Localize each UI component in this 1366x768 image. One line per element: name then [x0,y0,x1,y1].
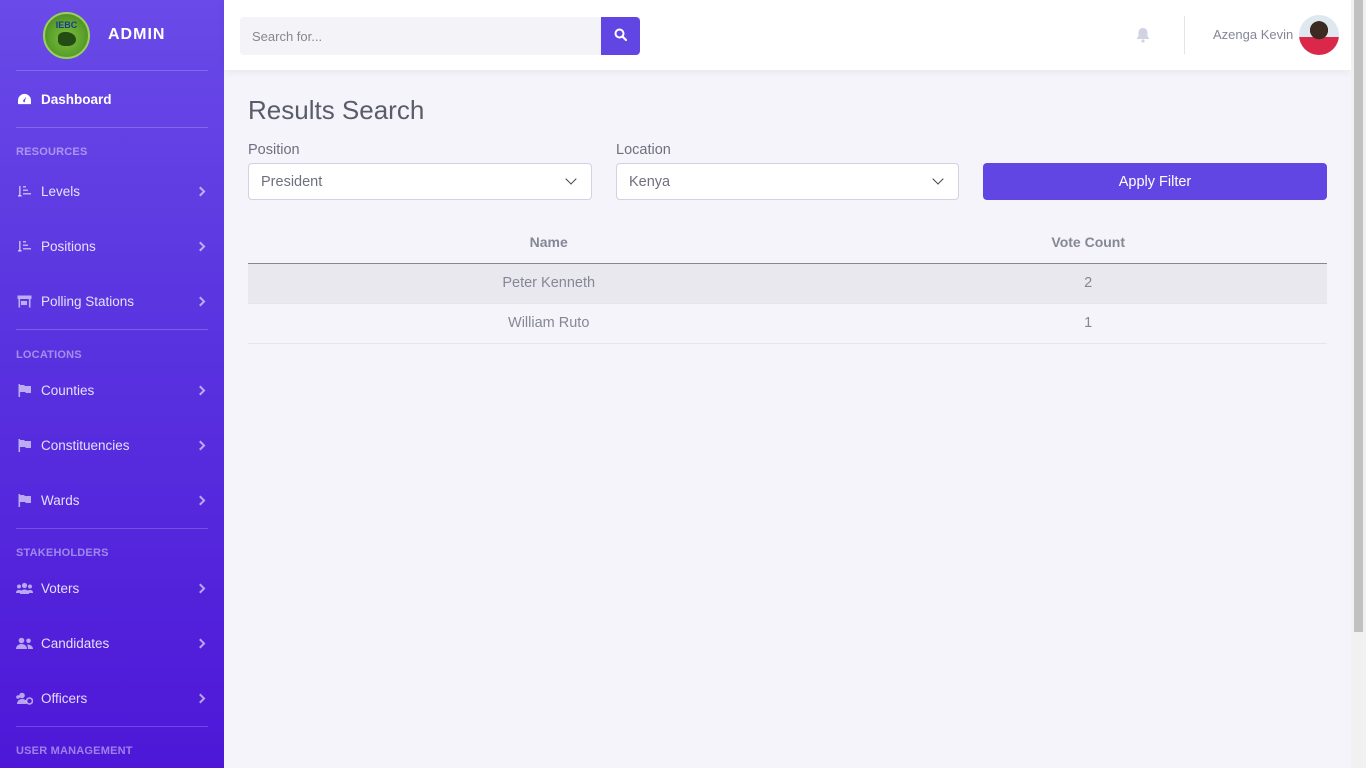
cell-name: Peter Kenneth [248,263,850,304]
chevron-right-icon [195,385,206,396]
sidebar-divider [16,329,208,330]
table-row[interactable]: William Ruto 1 [248,303,1327,344]
topbar: Azenga Kevin [224,0,1351,70]
sidebar-item-label: Positions [41,239,96,254]
sidebar-item-label: Counties [41,383,95,398]
search-input[interactable] [240,17,601,55]
sidebar-item-wards[interactable]: Wards [0,473,224,528]
cell-vote-count: 1 [849,303,1327,344]
position-label: Position [248,142,300,158]
user-friends-icon [16,637,33,651]
cell-name: William Ruto [248,303,850,344]
main-content: Results Search Position President Locati… [248,70,1327,344]
chevron-right-icon [195,241,206,252]
sidebar-heading-locations: LOCATIONS [16,349,82,361]
users-icon [16,582,33,596]
users-cog-icon [16,692,33,706]
chevron-down-icon [932,173,944,185]
sidebar-item-dashboard[interactable]: Dashboard [0,71,224,127]
logo-map-shape [57,32,76,46]
sidebar-item-counties[interactable]: Counties [0,363,224,418]
sidebar-item-label: Levels [41,184,81,199]
chevron-right-icon [195,495,206,506]
topbar-divider [1184,16,1185,54]
store-icon [16,295,33,309]
sidebar-item-officers[interactable]: Officers [0,671,224,726]
chevron-right-icon [195,296,206,307]
sidebar-heading-stakeholders: STAKEHOLDERS [16,547,109,559]
sidebar-item-label: Voters [41,581,80,596]
iebc-logo: IEBC [43,11,90,59]
sidebar: IEBC ADMIN Dashboard RESOURCES Levels Po… [0,0,224,768]
page-title: Results Search [248,95,425,125]
sidebar-divider [16,726,208,727]
sidebar-heading-user-management: USER MANAGEMENT [16,745,133,757]
chevron-right-icon [195,583,206,594]
table-header-row: Name Vote Count [248,222,1327,264]
search-button[interactable] [601,17,640,55]
sidebar-item-candidates[interactable]: Candidates [0,616,224,671]
sidebar-item-label: Dashboard [41,91,112,107]
sidebar-item-label: Polling Stations [41,294,135,309]
scrollbar-thumb[interactable] [1354,0,1363,632]
apply-filter-button[interactable]: Apply Filter [983,163,1327,200]
column-header-name[interactable]: Name [248,222,850,264]
chevron-right-icon [195,186,206,197]
flag-icon [16,384,33,398]
filter-form: Position President Location Kenya Apply … [248,142,1327,222]
user-name[interactable]: Azenga Kevin [1213,27,1293,42]
sidebar-brand[interactable]: IEBC ADMIN [0,0,224,70]
sidebar-divider [16,528,208,529]
cell-vote-count: 2 [849,263,1327,304]
sidebar-item-levels[interactable]: Levels [0,164,224,219]
sidebar-item-label: Candidates [41,636,110,651]
chevron-right-icon [195,638,206,649]
bell-icon[interactable] [1136,27,1150,43]
sidebar-item-label: Constituencies [41,438,130,453]
search-icon [614,28,628,44]
location-label: Location [616,142,671,158]
sidebar-item-label: Wards [41,493,80,508]
sidebar-item-positions[interactable]: Positions [0,219,224,274]
avatar[interactable] [1299,15,1339,55]
sidebar-item-label: Officers [41,691,88,706]
sort-amount-icon [16,185,33,199]
column-header-vote-count[interactable]: Vote Count [849,222,1327,264]
search-bar [240,17,640,55]
page-scrollbar[interactable] [1351,0,1366,768]
tachometer-icon [16,92,33,106]
position-select-value: President [261,173,323,190]
sidebar-heading-resources: RESOURCES [16,146,88,158]
table-row[interactable]: Peter Kenneth 2 [248,263,1327,304]
brand-title: ADMIN [108,26,166,43]
position-select[interactable]: President [248,163,592,200]
logo-text: IEBC [55,19,78,30]
chevron-down-icon [565,173,577,185]
sidebar-item-voters[interactable]: Voters [0,561,224,616]
sidebar-item-polling-stations[interactable]: Polling Stations [0,274,224,329]
flag-icon [16,494,33,508]
location-select-value: Kenya [629,173,671,190]
chevron-right-icon [195,693,206,704]
sidebar-divider [16,127,208,128]
flag-icon [16,439,33,453]
results-table: Name Vote Count Peter Kenneth 2 William … [248,222,1327,344]
location-select[interactable]: Kenya [616,163,959,200]
chevron-right-icon [195,440,206,451]
sort-numeric-icon [16,240,33,254]
sidebar-item-constituencies[interactable]: Constituencies [0,418,224,473]
